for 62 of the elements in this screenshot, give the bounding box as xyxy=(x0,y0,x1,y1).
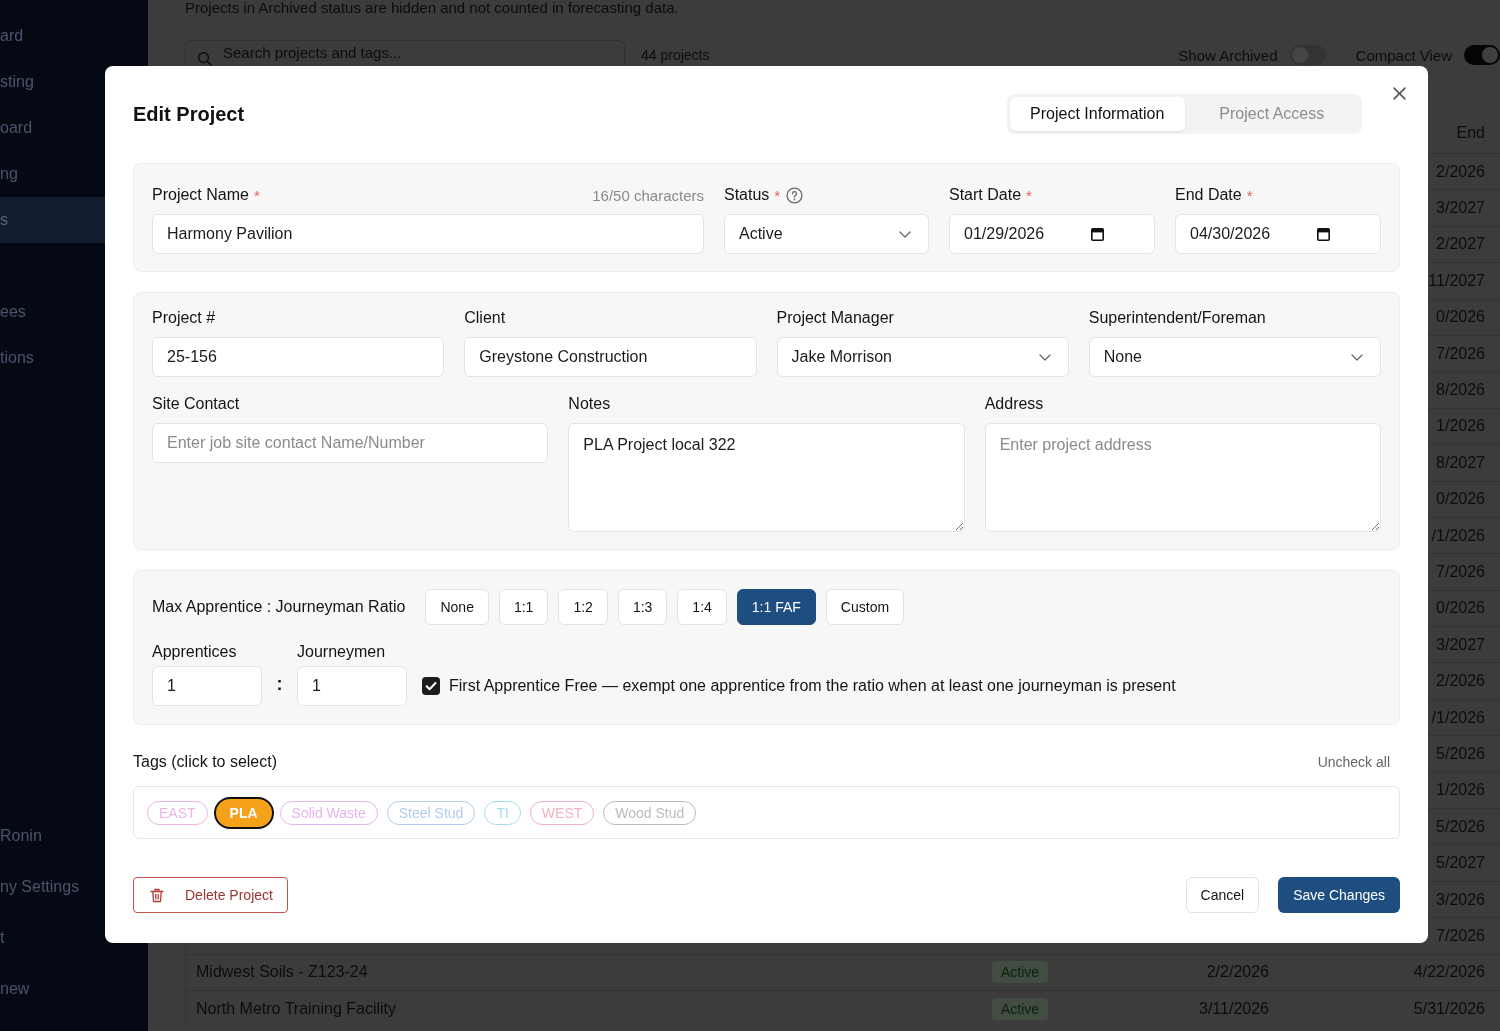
field-label: Notes xyxy=(568,395,611,413)
input-field[interactable]: 1 xyxy=(297,666,407,706)
help-icon[interactable] xyxy=(786,186,804,204)
section-label: Tags (click to select) xyxy=(133,753,278,771)
search-icon xyxy=(197,51,212,66)
field-label: Journeymen xyxy=(297,642,387,662)
status-badge: Active xyxy=(991,961,1049,984)
checkbox-label: First Apprentice Free — exempt one apprentice from the ratio when at least one journeyman is present xyxy=(449,677,1176,695)
ratio-separator: : xyxy=(275,673,284,696)
trash-icon xyxy=(150,887,164,903)
dropdown-field[interactable]: Active xyxy=(724,214,929,254)
date-field[interactable]: 01/29/2026 xyxy=(949,214,1155,254)
checkbox[interactable] xyxy=(422,677,440,695)
uncheck-all-link[interactable]: Uncheck all xyxy=(1317,754,1390,770)
field-label: Apprentices xyxy=(152,642,238,662)
field-label: Address xyxy=(984,395,1044,413)
chevron-down-icon xyxy=(899,230,911,238)
input-field[interactable]: 1 xyxy=(152,666,262,706)
ratio-option[interactable]: 1:1 FAF xyxy=(736,589,816,625)
required-mark: * xyxy=(1246,186,1253,204)
calendar-icon[interactable] xyxy=(1317,227,1330,241)
cancel-button[interactable]: Cancel xyxy=(1185,877,1260,913)
field-label: Project Name xyxy=(152,186,249,204)
close-icon[interactable] xyxy=(1393,87,1406,100)
status-badge: Active xyxy=(991,997,1049,1020)
ratio-option[interactable]: None xyxy=(425,589,489,625)
tab[interactable]: Project Information xyxy=(1010,97,1185,131)
date-field[interactable]: 04/30/2026 xyxy=(1175,214,1381,254)
character-counter: 16/50 characters xyxy=(592,186,704,204)
delete-button[interactable]: Delete Project xyxy=(133,877,288,913)
field-label: Status xyxy=(724,186,770,204)
field-label: Max Apprentice : Journeyman Ratio xyxy=(152,598,406,616)
ratio-option[interactable]: Custom xyxy=(825,589,905,625)
field-label: Superintendent/Foreman xyxy=(1088,309,1266,327)
calendar-icon[interactable] xyxy=(1091,227,1104,241)
field-label: Client xyxy=(464,309,506,327)
input-field[interactable]: Greystone Construction xyxy=(464,337,757,377)
ratio-option[interactable]: 1:3 xyxy=(617,589,668,625)
chevron-down-icon xyxy=(1351,353,1363,361)
required-mark: * xyxy=(253,186,260,204)
field-label: End Date xyxy=(1175,186,1242,204)
input-field[interactable]: Enter job site contact Name/Number xyxy=(152,423,549,463)
text-area[interactable]: Enter project address xyxy=(984,423,1381,532)
ratio-option[interactable]: 1:4 xyxy=(677,589,727,625)
field-label: Project Manager xyxy=(776,309,894,327)
field-label: Project # xyxy=(152,309,216,327)
text-area[interactable]: PLA Project local 322 xyxy=(568,423,965,532)
dropdown-field[interactable]: Jake Morrison xyxy=(776,337,1069,377)
field-label: Start Date xyxy=(949,186,1022,204)
toggle-switch[interactable] xyxy=(1464,45,1500,65)
toggle-switch[interactable] xyxy=(1289,45,1326,65)
ratio-option[interactable]: 1:2 xyxy=(558,589,608,625)
input-field[interactable]: Harmony Pavilion xyxy=(152,214,704,254)
required-mark: * xyxy=(774,186,781,204)
save-button[interactable]: Save Changes xyxy=(1278,877,1400,913)
chevron-down-icon xyxy=(1038,353,1051,361)
field-label: Site Contact xyxy=(152,395,240,413)
required-mark: * xyxy=(1026,186,1032,204)
ratio-option[interactable]: 1:1 xyxy=(498,589,549,625)
dropdown-field[interactable]: None xyxy=(1088,337,1381,377)
dialog-title: Edit Project xyxy=(133,102,245,126)
input-field[interactable]: 25-156 xyxy=(152,337,445,377)
